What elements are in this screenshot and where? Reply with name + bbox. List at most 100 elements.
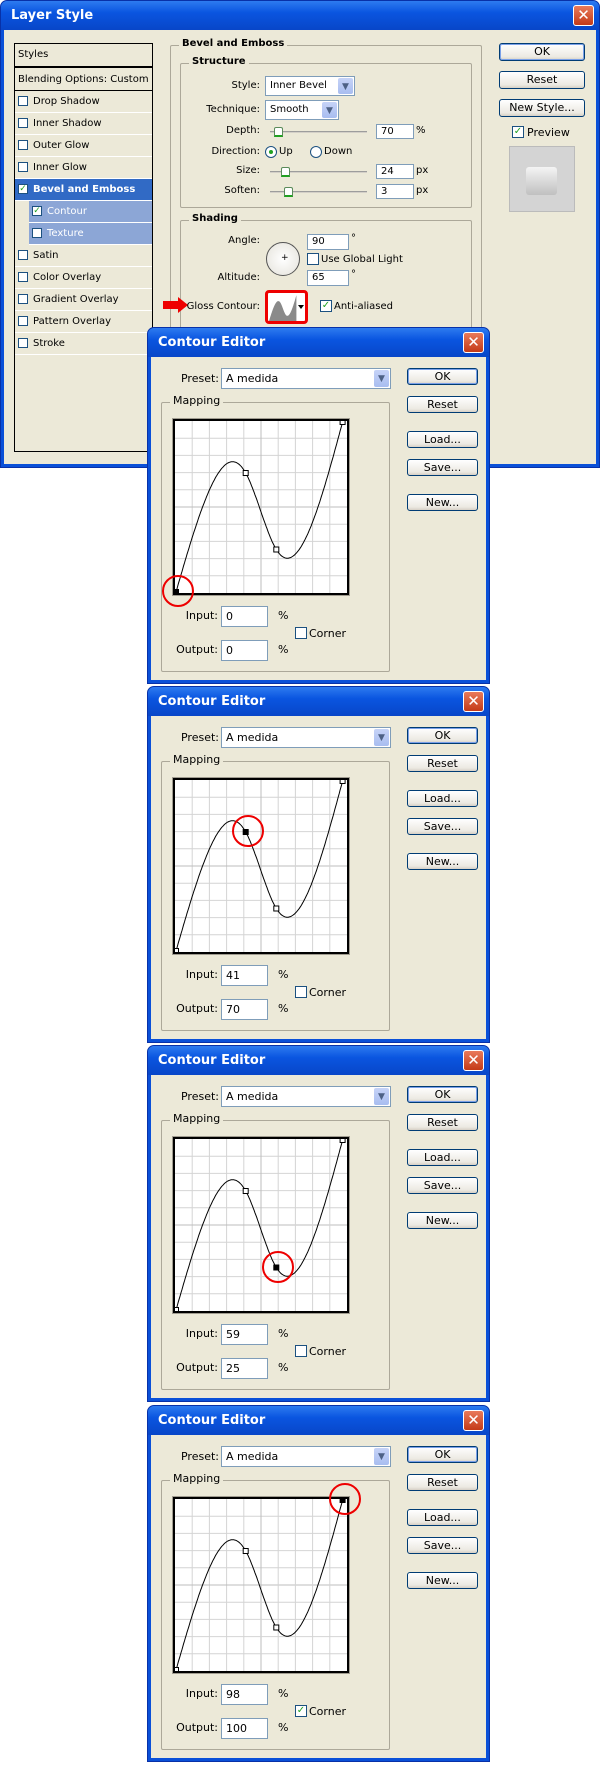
contour-editor-titlebar[interactable]: Contour Editor ✕ <box>148 687 489 716</box>
output-field[interactable]: 70 <box>221 999 268 1020</box>
load-button[interactable]: Load... <box>407 431 478 448</box>
contour-curve-canvas[interactable] <box>173 778 347 954</box>
style-checkbox[interactable] <box>18 316 28 326</box>
reset-button[interactable]: Reset <box>407 396 478 413</box>
input-field[interactable]: 59 <box>221 1324 268 1345</box>
style-item[interactable]: Outer Glow <box>15 135 152 157</box>
size-field[interactable]: 24 <box>376 164 414 179</box>
style-checkbox[interactable] <box>18 162 28 172</box>
ok-button[interactable]: OK <box>407 1446 478 1463</box>
input-field[interactable]: 0 <box>221 606 268 627</box>
save-button[interactable]: Save... <box>407 818 478 835</box>
contour-editor-titlebar[interactable]: Contour Editor ✕ <box>148 1406 489 1435</box>
direction-down-radio[interactable] <box>310 146 322 158</box>
control-point[interactable] <box>273 905 280 912</box>
contour-graph[interactable] <box>172 1136 350 1314</box>
control-point[interactable] <box>173 948 179 954</box>
reset-button[interactable]: Reset <box>407 755 478 772</box>
new-button[interactable]: New... <box>407 1212 478 1229</box>
size-slider[interactable] <box>270 167 367 177</box>
preview-checkbox[interactable]: ✓ <box>512 126 524 138</box>
output-field[interactable]: 0 <box>221 640 268 661</box>
global-light-checkbox[interactable] <box>307 253 319 265</box>
new-button[interactable]: New... <box>407 1572 478 1589</box>
style-checkbox[interactable] <box>18 96 28 106</box>
close-button[interactable]: ✕ <box>463 1410 484 1431</box>
style-item[interactable]: Inner Shadow <box>15 113 152 135</box>
corner-checkbox[interactable] <box>295 1345 307 1357</box>
ok-button[interactable]: OK <box>407 1086 478 1103</box>
load-button[interactable]: Load... <box>407 1149 478 1166</box>
input-field[interactable]: 98 <box>221 1684 268 1705</box>
close-button[interactable]: ✕ <box>573 5 594 26</box>
contour-curve-canvas[interactable] <box>173 1497 347 1673</box>
style-checkbox[interactable]: ✓ <box>32 206 42 216</box>
control-point[interactable] <box>339 1137 346 1143</box>
input-field[interactable]: 41 <box>221 965 268 986</box>
control-point[interactable] <box>173 1307 179 1313</box>
reset-button[interactable]: Reset <box>499 71 585 89</box>
control-point[interactable] <box>273 546 280 553</box>
corner-checkbox[interactable] <box>295 986 307 998</box>
style-checkbox[interactable] <box>18 272 28 282</box>
soften-field[interactable]: 3 <box>376 184 414 199</box>
control-point[interactable] <box>242 1548 249 1554</box>
slider-thumb[interactable] <box>284 187 293 197</box>
reset-button[interactable]: Reset <box>407 1114 478 1131</box>
slider-thumb[interactable] <box>274 127 283 137</box>
save-button[interactable]: Save... <box>407 1177 478 1194</box>
preset-dropdown[interactable]: A medida ▼ <box>221 727 391 748</box>
close-button[interactable]: ✕ <box>463 332 484 353</box>
preset-dropdown[interactable]: A medida ▼ <box>221 1086 391 1107</box>
load-button[interactable]: Load... <box>407 1509 478 1526</box>
style-item[interactable]: ✓ Bevel and Emboss <box>15 179 152 201</box>
preset-dropdown[interactable]: A medida ▼ <box>221 368 391 389</box>
contour-graph[interactable] <box>172 418 350 596</box>
save-button[interactable]: Save... <box>407 459 478 476</box>
style-item[interactable]: Drop Shadow <box>15 91 152 113</box>
style-item[interactable]: Stroke <box>15 333 152 355</box>
angle-field[interactable]: 90 <box>307 234 349 250</box>
style-dropdown[interactable]: Inner Bevel ▼ <box>265 76 355 96</box>
ok-button[interactable]: OK <box>499 43 585 61</box>
control-point[interactable] <box>273 1624 280 1631</box>
style-checkbox[interactable] <box>32 228 42 238</box>
output-field[interactable]: 25 <box>221 1358 268 1379</box>
style-checkbox[interactable] <box>18 294 28 304</box>
slider-thumb[interactable] <box>281 167 290 177</box>
direction-up-radio[interactable] <box>265 146 277 158</box>
contour-graph[interactable] <box>172 1496 350 1674</box>
soften-slider[interactable] <box>270 187 367 197</box>
reset-button[interactable]: Reset <box>407 1474 478 1491</box>
new-button[interactable]: New... <box>407 494 478 511</box>
altitude-field[interactable]: 65 <box>307 270 349 286</box>
control-point[interactable] <box>339 419 346 425</box>
style-checkbox[interactable] <box>18 140 28 150</box>
output-field[interactable]: 100 <box>221 1718 268 1739</box>
save-button[interactable]: Save... <box>407 1537 478 1554</box>
control-point[interactable] <box>242 1188 249 1194</box>
style-checkbox[interactable] <box>18 338 28 348</box>
style-item[interactable]: Color Overlay <box>15 267 152 289</box>
angle-dial[interactable]: + <box>266 242 300 276</box>
blending-options[interactable]: Blending Options: Custom <box>15 69 152 91</box>
control-point[interactable] <box>242 470 249 476</box>
close-button[interactable]: ✕ <box>463 1050 484 1071</box>
new-style-button[interactable]: New Style... <box>499 99 585 117</box>
close-button[interactable]: ✕ <box>463 691 484 712</box>
style-checkbox[interactable] <box>18 250 28 260</box>
contour-curve-canvas[interactable] <box>173 419 347 595</box>
style-item[interactable]: Inner Glow <box>15 157 152 179</box>
contour-editor-titlebar[interactable]: Contour Editor ✕ <box>148 328 489 357</box>
style-checkbox[interactable]: ✓ <box>18 184 28 194</box>
depth-slider[interactable] <box>270 127 367 137</box>
ok-button[interactable]: OK <box>407 368 478 385</box>
ok-button[interactable]: OK <box>407 727 478 744</box>
new-button[interactable]: New... <box>407 853 478 870</box>
control-point[interactable] <box>339 778 346 784</box>
style-item[interactable]: Texture <box>29 223 152 245</box>
style-item[interactable]: Pattern Overlay <box>15 311 152 333</box>
contour-editor-titlebar[interactable]: Contour Editor ✕ <box>148 1046 489 1075</box>
styles-header[interactable]: Styles <box>15 44 152 68</box>
corner-checkbox[interactable]: ✓ <box>295 1705 307 1717</box>
